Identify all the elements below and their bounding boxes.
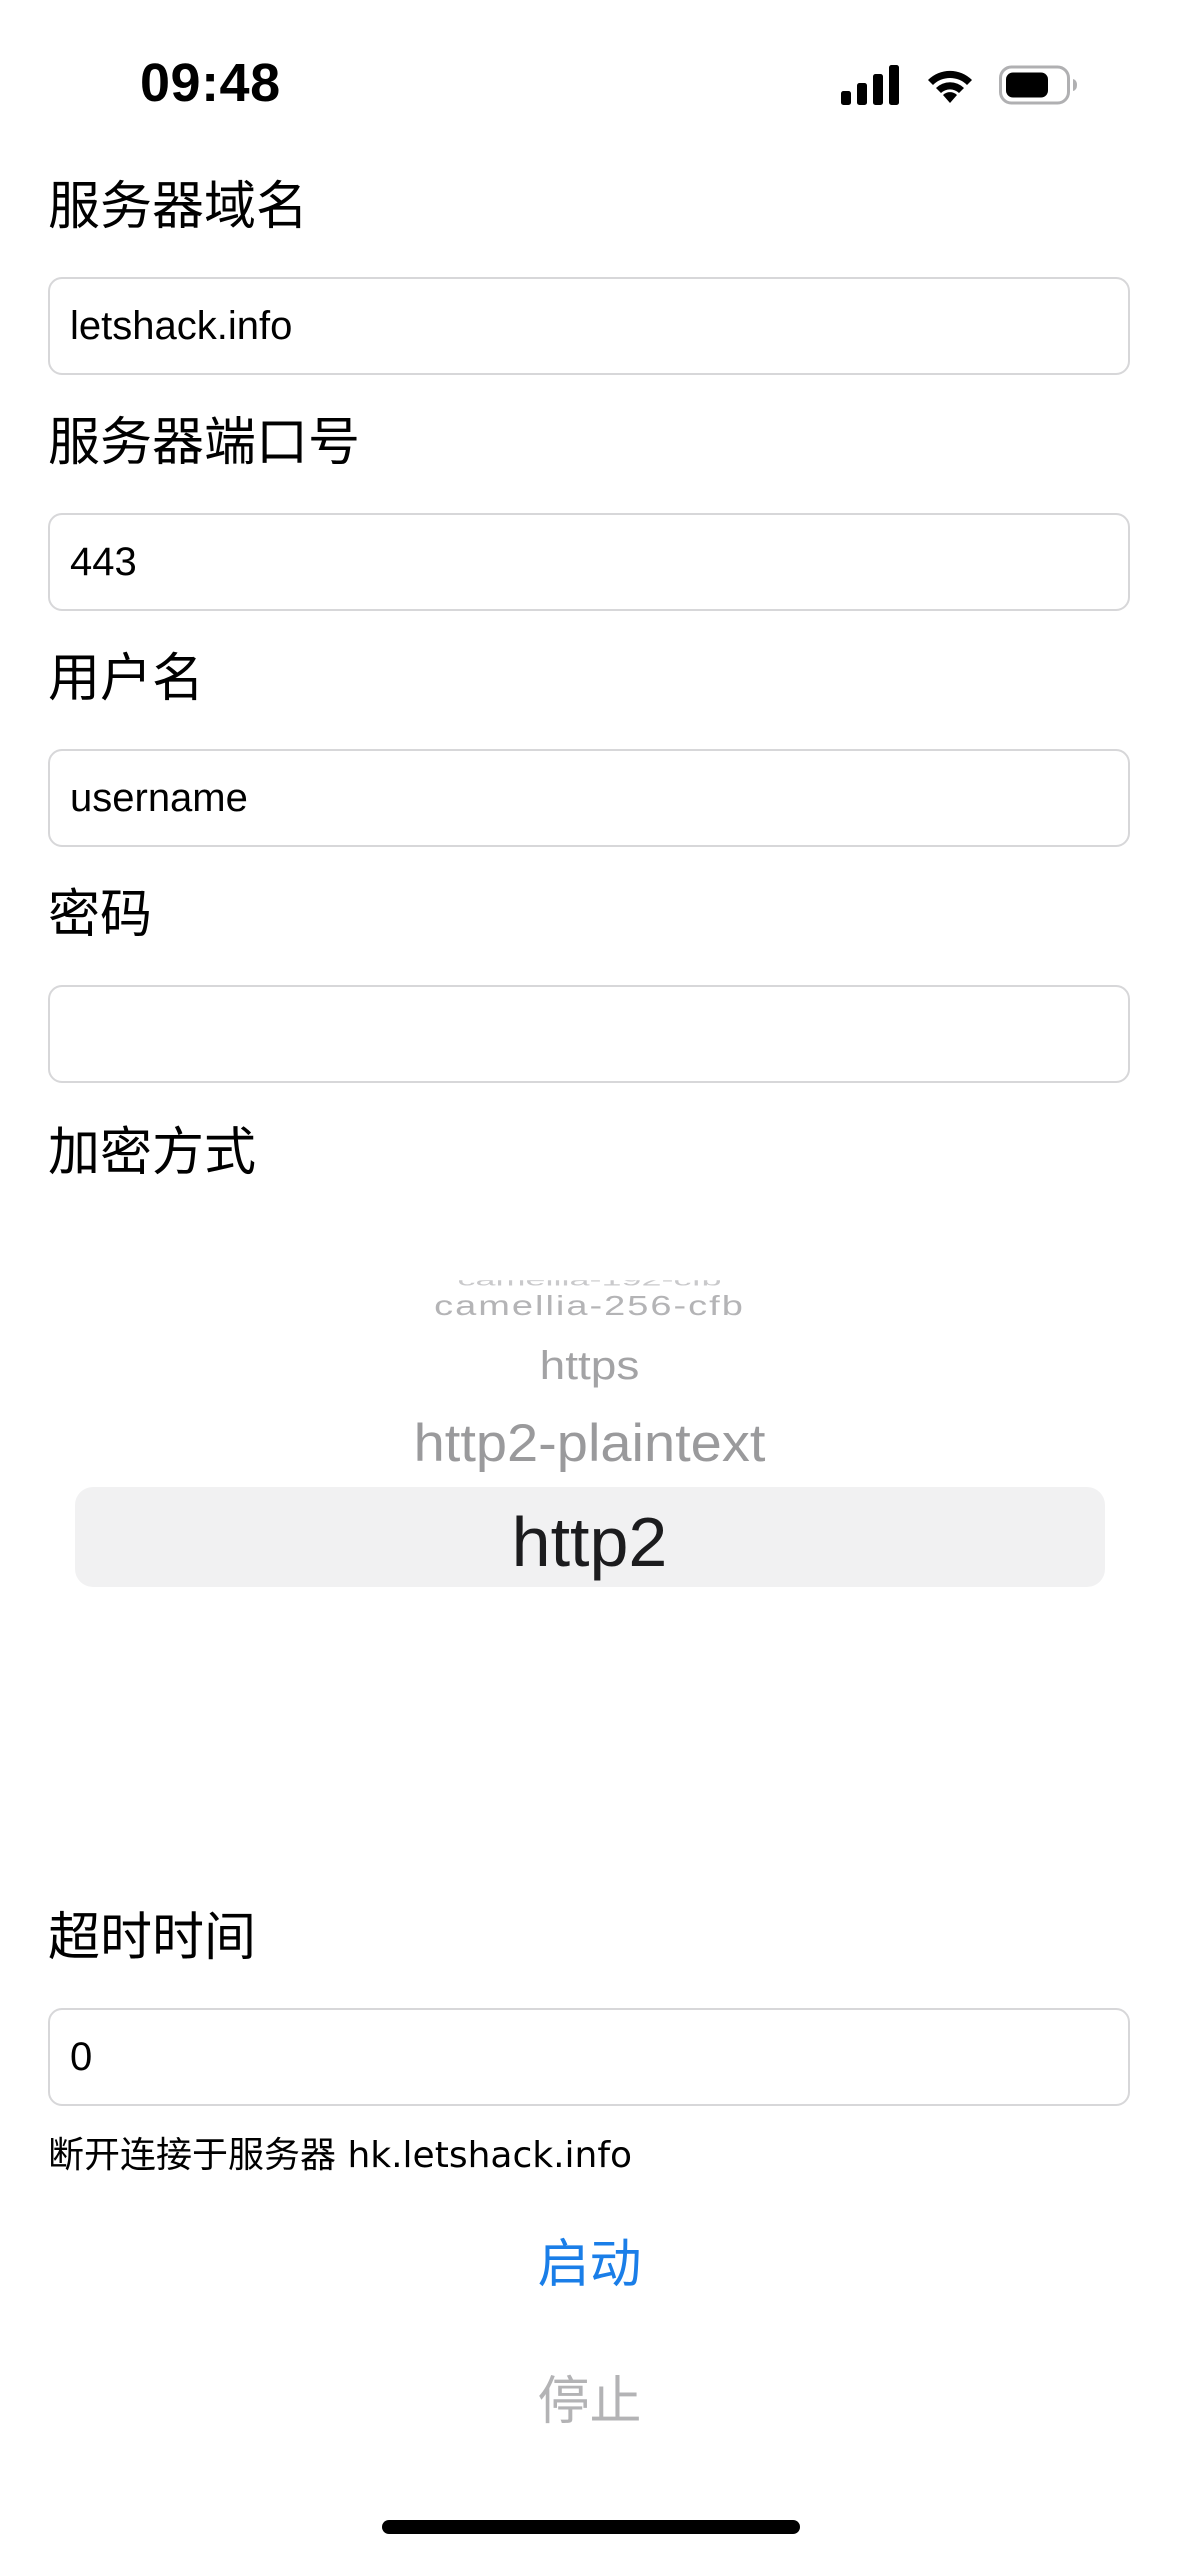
username-input[interactable] — [48, 749, 1130, 847]
start-button[interactable]: 启动 — [0, 2233, 1179, 2297]
picker-option[interactable]: http2-plaintext — [0, 1412, 1179, 1474]
battery-icon — [999, 65, 1079, 109]
username-label: 用户名 — [48, 649, 205, 709]
picker-option[interactable]: camellia-192-cfb — [0, 1280, 1179, 1291]
picker-option[interactable]: https — [0, 1342, 1179, 1388]
timeout-input[interactable] — [48, 2008, 1130, 2106]
method-label: 加密方式 — [48, 1123, 257, 1183]
port-label: 服务器端口号 — [48, 413, 361, 473]
password-input[interactable] — [48, 985, 1130, 1083]
home-indicator[interactable] — [382, 2520, 800, 2534]
wifi-icon — [923, 65, 977, 109]
timeout-label: 超时时间 — [48, 1908, 257, 1968]
status-time: 09:48 — [140, 53, 281, 113]
stop-button[interactable]: 停止 — [0, 2370, 1179, 2434]
cellular-signal-icon — [841, 65, 901, 109]
host-input[interactable] — [48, 277, 1130, 375]
status-icons — [841, 62, 1079, 112]
picker-selected-option[interactable]: http2 — [0, 1502, 1179, 1582]
encryption-method-picker[interactable]: camellia-192-cfb camellia-256-cfb https … — [0, 1230, 1179, 1860]
picker-option[interactable]: camellia-256-cfb — [0, 1291, 1179, 1322]
host-label: 服务器域名 — [48, 177, 309, 237]
password-label: 密码 — [48, 885, 153, 945]
connection-status-text: 断开连接于服务器 hk.letshack.info — [48, 2135, 633, 2176]
port-input[interactable] — [48, 513, 1130, 611]
